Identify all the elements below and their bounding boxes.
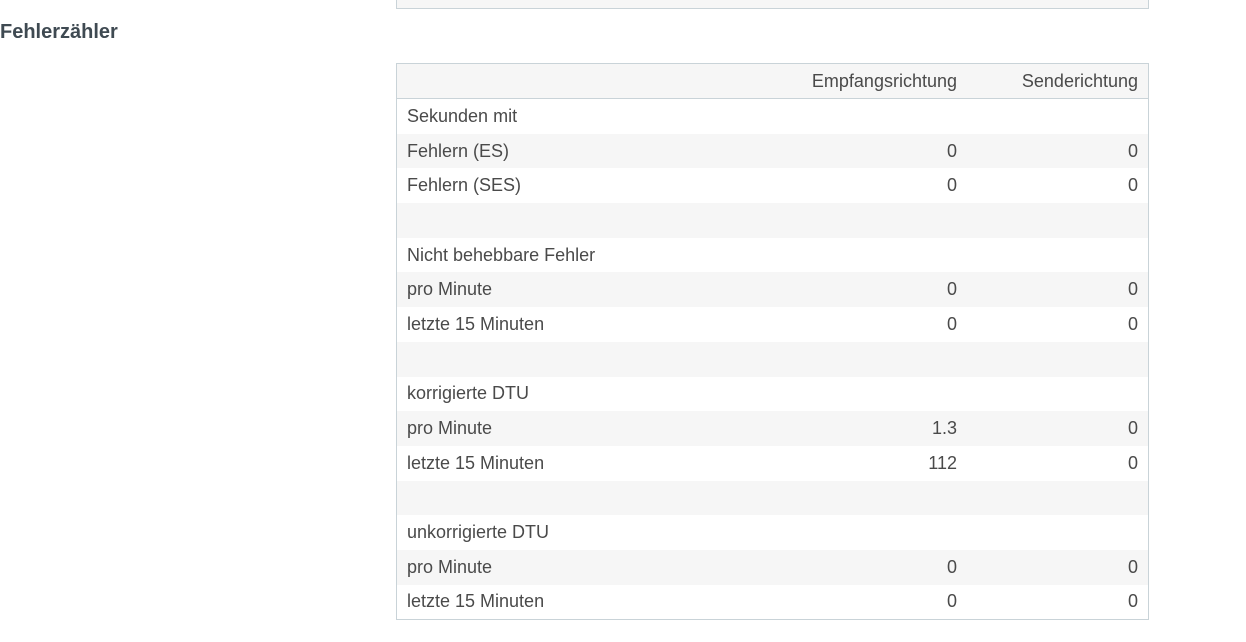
row-receive-value	[747, 515, 967, 550]
table-row: Nicht behebbare Fehler	[396, 237, 1149, 273]
table-row	[396, 341, 1149, 377]
header-send-direction: Senderichtung	[967, 63, 1149, 99]
row-receive-value: 0	[747, 307, 967, 342]
row-receive-value: 0	[747, 549, 967, 585]
row-receive-value: 0	[747, 168, 967, 204]
row-receive-value: 112	[747, 445, 967, 481]
row-receive-value	[747, 203, 967, 238]
row-send-value	[967, 341, 1149, 377]
row-send-value: 0	[967, 549, 1149, 585]
row-receive-value	[747, 98, 967, 134]
previous-table-bottom-edge	[396, 0, 1149, 9]
table-row: unkorrigierte DTU	[396, 515, 1149, 550]
table-row	[396, 480, 1149, 516]
table-row: Fehlern (SES) 0 0	[396, 168, 1149, 204]
row-label	[396, 480, 747, 516]
row-receive-value: 1.3	[747, 411, 967, 446]
table-row: Fehlern (ES) 0 0	[396, 133, 1149, 169]
row-label: korrigierte DTU	[396, 376, 747, 412]
row-send-value	[967, 376, 1149, 412]
row-send-value: 0	[967, 584, 1149, 620]
row-label: unkorrigierte DTU	[396, 515, 747, 550]
row-send-value	[967, 237, 1149, 273]
row-receive-value	[747, 237, 967, 273]
table-row: Sekunden mit	[396, 98, 1149, 134]
row-label: letzte 15 Minuten	[396, 307, 747, 342]
table-row: letzte 15 Minuten 112 0	[396, 445, 1149, 481]
section-title: Fehlerzähler	[0, 21, 118, 43]
row-send-value	[967, 203, 1149, 238]
header-receive-direction: Empfangsrichtung	[747, 63, 967, 99]
row-label	[396, 203, 747, 238]
table-row: letzte 15 Minuten 0 0	[396, 307, 1149, 342]
row-label: Nicht behebbare Fehler	[396, 237, 747, 273]
row-label: pro Minute	[396, 411, 747, 446]
row-label	[396, 341, 747, 377]
row-send-value: 0	[967, 307, 1149, 342]
row-send-value	[967, 515, 1149, 550]
row-label: Fehlern (ES)	[396, 133, 747, 169]
table-row: letzte 15 Minuten 0 0	[396, 584, 1149, 620]
header-label	[396, 63, 747, 99]
row-label: Fehlern (SES)	[396, 168, 747, 204]
row-receive-value: 0	[747, 272, 967, 308]
row-label: pro Minute	[396, 272, 747, 308]
row-send-value: 0	[967, 411, 1149, 446]
row-send-value: 0	[967, 168, 1149, 204]
row-label: letzte 15 Minuten	[396, 445, 747, 481]
row-label: pro Minute	[396, 549, 747, 585]
row-send-value: 0	[967, 272, 1149, 308]
table-row: pro Minute 0 0	[396, 549, 1149, 585]
row-send-value	[967, 98, 1149, 134]
error-counter-table: Empfangsrichtung Senderichtung Sekunden …	[396, 63, 1149, 621]
table-header-row: Empfangsrichtung Senderichtung	[396, 63, 1149, 99]
row-label: letzte 15 Minuten	[396, 584, 747, 620]
row-send-value	[967, 480, 1149, 516]
table-row: pro Minute 1.3 0	[396, 411, 1149, 446]
row-send-value: 0	[967, 133, 1149, 169]
table-row	[396, 203, 1149, 238]
table-row: pro Minute 0 0	[396, 272, 1149, 308]
row-receive-value: 0	[747, 133, 967, 169]
row-receive-value	[747, 376, 967, 412]
row-label: Sekunden mit	[396, 98, 747, 134]
row-receive-value: 0	[747, 584, 967, 620]
row-receive-value	[747, 341, 967, 377]
table-row: korrigierte DTU	[396, 376, 1149, 412]
row-send-value: 0	[967, 445, 1149, 481]
row-receive-value	[747, 480, 967, 516]
